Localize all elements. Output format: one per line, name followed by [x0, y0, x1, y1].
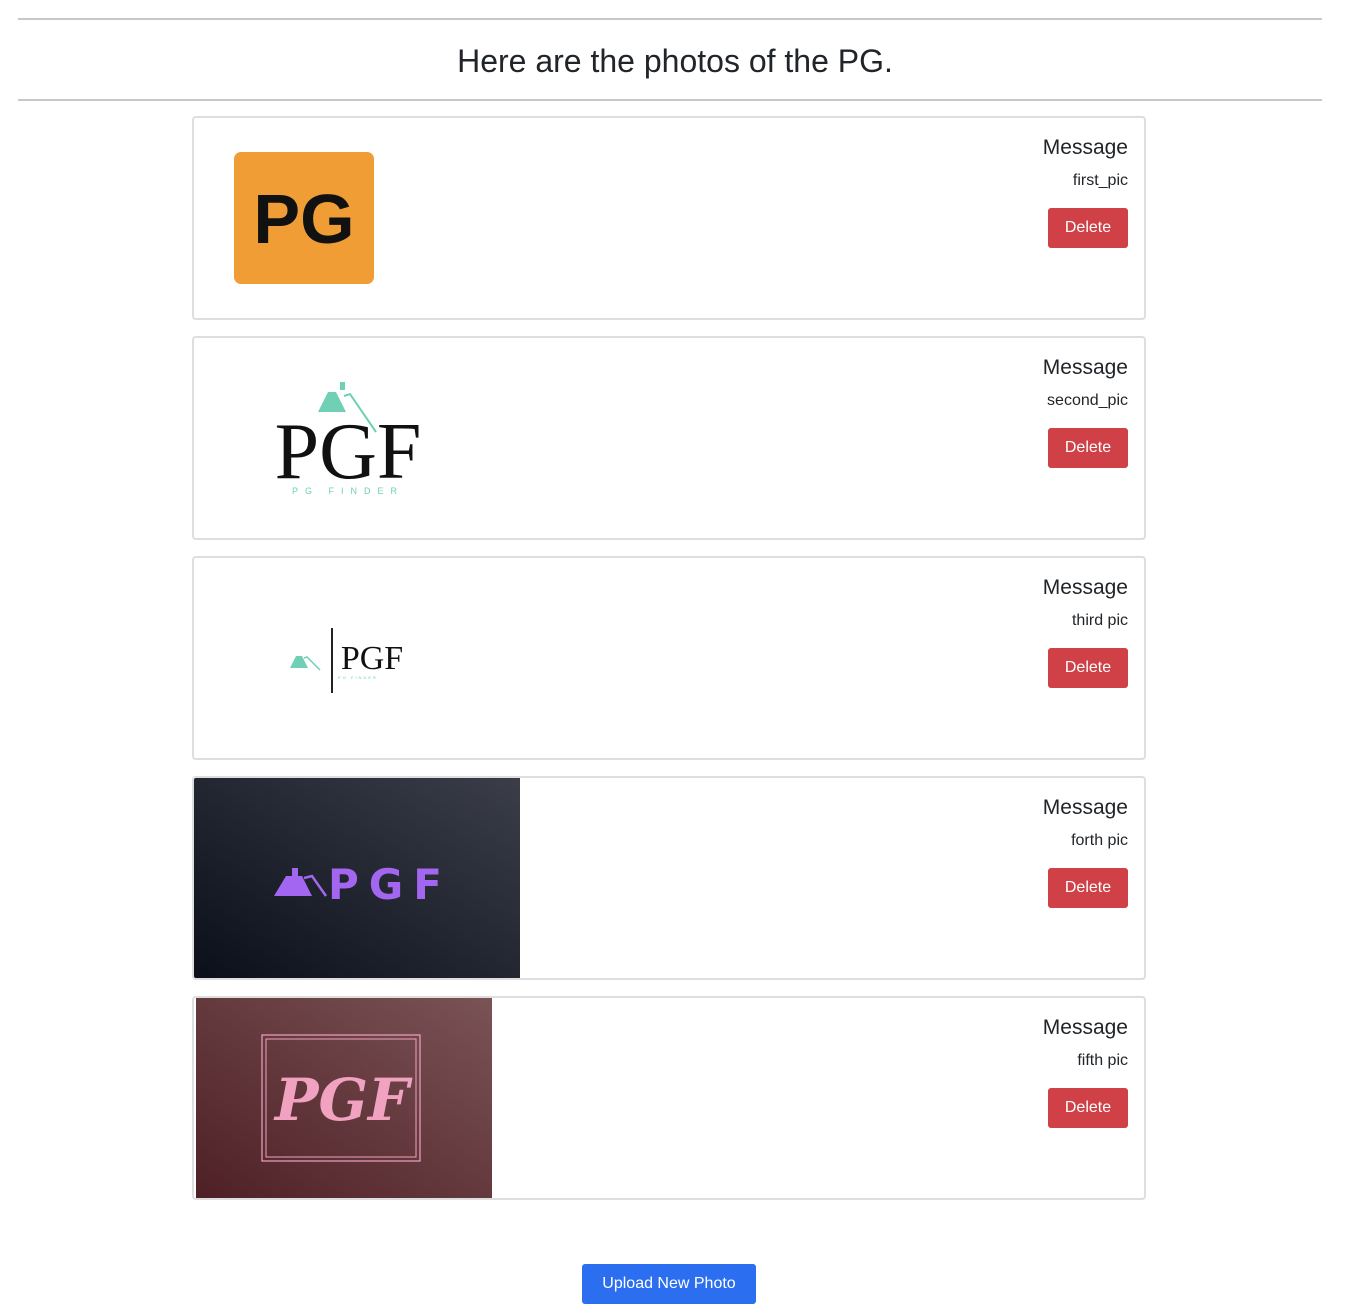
photo-info: Message forth pic Delete: [1043, 794, 1128, 908]
delete-button[interactable]: Delete: [1048, 648, 1128, 688]
photo-info: Message second_pic Delete: [1043, 354, 1128, 468]
message-text: third pic: [1071, 612, 1128, 629]
photo-list: PG Message first_pic Delete PGF PG FINDE…: [192, 116, 1146, 1216]
pgf-small-logo-text: PGF: [341, 640, 403, 677]
message-text: first_pic: [1072, 172, 1128, 189]
photo-card: PGF Message fifth pic Delete: [192, 996, 1146, 1200]
message-text: second_pic: [1047, 392, 1128, 409]
photo-card: PGF Message forth pic Delete: [192, 776, 1146, 980]
pgf-pink-script-logo-image: PGF: [196, 998, 492, 1198]
message-title: Message: [1042, 356, 1128, 379]
pg-finder-text: PG FINDER: [292, 486, 404, 496]
message-text: forth pic: [1071, 832, 1128, 849]
header-divider: [18, 99, 1322, 101]
pgf-purple-logo-text: PGF: [328, 860, 452, 909]
upload-new-photo-button[interactable]: Upload New Photo: [582, 1264, 756, 1304]
message-title: Message: [1042, 1016, 1128, 1039]
photo-info: Message third pic Delete: [1043, 574, 1128, 688]
photo-card: PGF PG FINDER Message second_pic Delete: [192, 336, 1146, 540]
top-divider: [18, 18, 1322, 20]
message-title: Message: [1042, 136, 1128, 159]
photo-info: Message first_pic Delete: [1043, 134, 1128, 248]
delete-button[interactable]: Delete: [1048, 1088, 1128, 1128]
delete-button[interactable]: Delete: [1048, 208, 1128, 248]
page-title: Here are the photos of the PG.: [457, 43, 893, 79]
message-title: Message: [1042, 796, 1128, 819]
pgf-pg-finder-logo-image: PGF PG FINDER: [275, 382, 422, 496]
pg-logo-text: PG: [253, 180, 354, 258]
pg-orange-logo-image: PG: [234, 152, 374, 284]
pgf-logo-text: PGF: [275, 408, 422, 496]
photo-info: Message fifth pic Delete: [1043, 1014, 1128, 1128]
delete-button[interactable]: Delete: [1048, 868, 1128, 908]
message-text: fifth pic: [1077, 1052, 1128, 1069]
message-title: Message: [1042, 576, 1128, 599]
photo-card: PG Message first_pic Delete: [192, 116, 1146, 320]
pg-finder-small-text: PG FINDER: [338, 675, 378, 680]
pgf-pink-logo-text: PGF: [273, 1066, 413, 1134]
delete-button[interactable]: Delete: [1048, 428, 1128, 468]
pgf-small-logo-image: PGF PG FINDER: [290, 628, 403, 693]
photo-card: PGF PG FINDER Message third pic Delete: [192, 556, 1146, 760]
pgf-purple-dark-logo-image: PGF: [194, 778, 520, 978]
